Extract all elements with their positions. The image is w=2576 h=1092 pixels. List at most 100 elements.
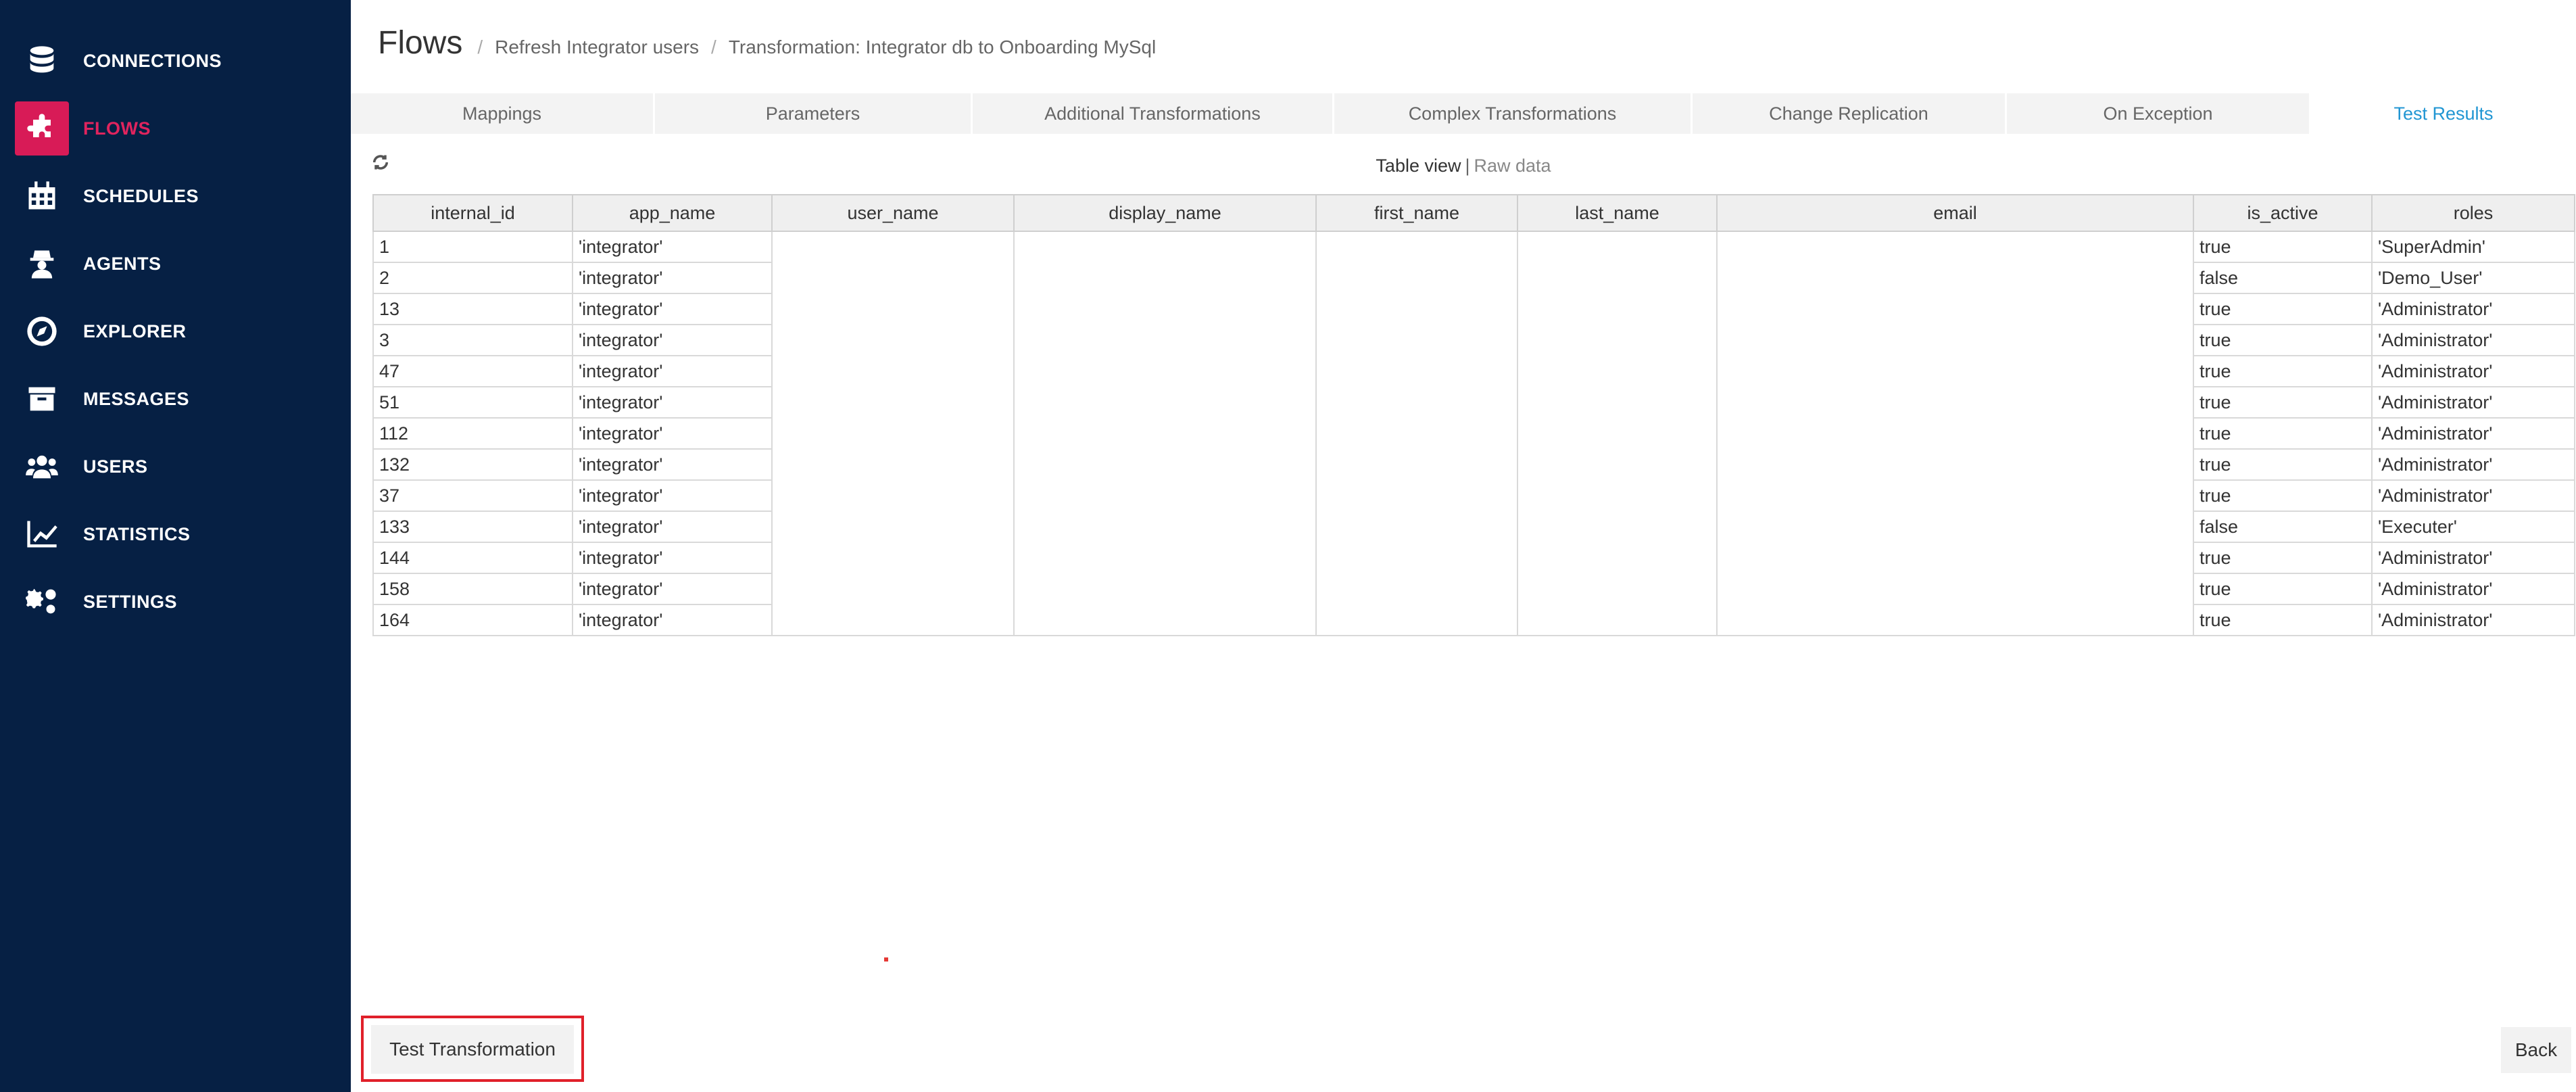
sidebar-item-messages[interactable]: MESSAGES <box>15 372 339 426</box>
sidebar-item-flows[interactable]: FLOWS <box>15 101 339 156</box>
table-cell <box>1716 480 2194 511</box>
raw-data-link[interactable]: Raw data <box>1474 156 1551 176</box>
table-cell <box>1013 418 1317 449</box>
table-cell <box>1013 387 1317 418</box>
column-header[interactable]: email <box>1716 194 2194 232</box>
tab-complex-transformations[interactable]: Complex Transformations <box>1334 93 1693 134</box>
back-button[interactable]: Back <box>2501 1027 2571 1073</box>
table-cell <box>1716 418 2194 449</box>
table-cell: 'integrator' <box>572 573 773 605</box>
tab-parameters[interactable]: Parameters <box>655 93 973 134</box>
table-view-link[interactable]: Table view <box>1376 156 1461 176</box>
table-cell: false <box>2193 262 2373 294</box>
cursor-marker <box>884 957 888 962</box>
sidebar-item-agents[interactable]: AGENTS <box>15 237 339 291</box>
table-cell: 51 <box>372 386 573 419</box>
table-cell <box>771 604 1015 636</box>
column-header[interactable]: first_name <box>1315 194 1518 232</box>
sidebar-item-statistics[interactable]: STATISTICS <box>15 507 339 561</box>
table-cell <box>1716 387 2194 418</box>
tab-change-replication[interactable]: Change Replication <box>1693 93 2007 134</box>
table-cell <box>771 511 1015 542</box>
tab-on-exception[interactable]: On Exception <box>2007 93 2311 134</box>
table-row: 144'integrator' true 'Administrator' <box>372 542 2575 574</box>
table-cell <box>1315 511 1518 542</box>
column-header[interactable]: internal_id <box>372 194 573 232</box>
table-cell: 'Administrator' <box>2371 604 2575 636</box>
sidebar-item-explorer[interactable]: EXPLORER <box>15 304 339 358</box>
table-cell: 1 <box>372 231 573 263</box>
sidebar-item-label: MESSAGES <box>83 388 190 409</box>
table-cell <box>1517 573 1718 604</box>
table-cell <box>771 293 1015 325</box>
table-row: 158'integrator' true 'Administrator' <box>372 573 2575 605</box>
table-row: 1'integrator' true 'SuperAdmin' <box>372 231 2575 263</box>
column-header[interactable]: last_name <box>1517 194 1718 232</box>
table-cell: true <box>2193 448 2373 481</box>
table-cell: 'integrator' <box>572 511 773 543</box>
archive-icon <box>15 372 69 426</box>
compass-icon <box>15 304 69 358</box>
puzzle-icon <box>15 101 69 156</box>
table-cell: 'integrator' <box>572 479 773 512</box>
table-cell: 'Demo_User' <box>2371 262 2575 294</box>
table-cell <box>771 231 1015 262</box>
table-cell <box>1517 480 1718 511</box>
table-cell <box>1013 604 1317 636</box>
table-cell <box>1315 604 1518 636</box>
table-cell <box>1315 573 1518 604</box>
breadcrumb-separator: / <box>711 37 716 57</box>
breadcrumb-separator: / <box>477 37 483 57</box>
tab-additional-transformations[interactable]: Additional Transformations <box>973 93 1334 134</box>
sidebar-item-connections[interactable]: CONNECTIONS <box>15 34 339 88</box>
table-cell <box>1315 356 1518 387</box>
table-cell: 3 <box>372 324 573 356</box>
table-cell <box>1716 293 2194 325</box>
table-cell <box>1517 325 1718 356</box>
table-cell <box>771 542 1015 573</box>
sidebar-item-schedules[interactable]: SCHEDULES <box>15 169 339 223</box>
column-header[interactable]: is_active <box>2193 194 2373 232</box>
table-cell <box>1517 418 1718 449</box>
column-header[interactable]: app_name <box>572 194 773 232</box>
table-cell: 2 <box>372 262 573 294</box>
table-cell: 112 <box>372 417 573 450</box>
table-cell <box>1013 293 1317 325</box>
table-row: 132'integrator' true 'Administrator' <box>372 448 2575 481</box>
table-cell: 133 <box>372 511 573 543</box>
column-header[interactable]: display_name <box>1013 194 1317 232</box>
view-toggle: Table view | Raw data <box>351 156 2576 176</box>
test-transformation-button[interactable]: Test Transformation <box>371 1025 574 1074</box>
database-icon <box>15 34 69 88</box>
table-cell <box>771 418 1015 449</box>
table-cell <box>1517 231 1718 262</box>
table-cell: true <box>2193 542 2373 574</box>
table-cell <box>1013 511 1317 542</box>
table-cell: 132 <box>372 448 573 481</box>
tab-test-results[interactable]: Test Results <box>2311 93 2576 134</box>
table-cell: false <box>2193 511 2373 543</box>
column-header[interactable]: roles <box>2371 194 2575 232</box>
column-header[interactable]: user_name <box>771 194 1015 232</box>
table-cell: 'Administrator' <box>2371 479 2575 512</box>
sidebar-item-users[interactable]: USERS <box>15 440 339 494</box>
table-cell <box>1517 262 1718 293</box>
tab-mappings[interactable]: Mappings <box>351 93 655 134</box>
tab-bar: Mappings Parameters Additional Transform… <box>351 93 2576 134</box>
table-cell: 'Administrator' <box>2371 573 2575 605</box>
sidebar-item-settings[interactable]: SETTINGS <box>15 575 339 629</box>
sidebar-item-label: CONNECTIONS <box>83 50 222 71</box>
table-cell: true <box>2193 604 2373 636</box>
table-cell: 'integrator' <box>572 542 773 574</box>
sidebar-item-label: SCHEDULES <box>83 185 199 206</box>
table-cell <box>1315 449 1518 480</box>
sidebar: CONNECTIONS FLOWS SCHEDULES AGENTS EXPLO… <box>0 0 351 1092</box>
main-content: Flows / Refresh Integrator users / Trans… <box>351 0 2576 1092</box>
users-icon <box>15 440 69 494</box>
table-cell: true <box>2193 355 2373 387</box>
table-cell: 37 <box>372 479 573 512</box>
gears-icon <box>15 575 69 629</box>
table-cell: 'SuperAdmin' <box>2371 231 2575 263</box>
table-row: 47'integrator' true 'Administrator' <box>372 355 2575 387</box>
breadcrumb-flow[interactable]: Refresh Integrator users <box>495 37 699 58</box>
